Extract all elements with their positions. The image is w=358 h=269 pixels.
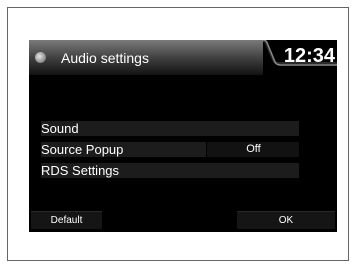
menu-item-label: Sound <box>41 121 79 136</box>
default-button[interactable]: Default <box>31 211 102 229</box>
menu-item-source-popup[interactable]: Source Popup Off <box>41 142 299 157</box>
header-bar: Audio settings 12:34 <box>29 40 337 77</box>
clock-display: 12:34 <box>283 45 335 67</box>
ok-button-label: OK <box>278 215 294 226</box>
page-title: Audio settings <box>61 50 149 66</box>
menu-item-label: Source Popup <box>41 142 124 157</box>
default-button-label: Default <box>50 215 83 226</box>
source-popup-value: Off <box>246 143 261 155</box>
audio-settings-screen: Audio settings 12:34 Sound Source Popup … <box>29 40 337 232</box>
menu-item-sound[interactable]: Sound <box>41 121 299 136</box>
ok-button[interactable]: OK <box>237 211 335 229</box>
menu-item-label: RDS Settings <box>41 163 120 178</box>
audio-settings-icon <box>35 52 46 63</box>
menu-item-rds-settings[interactable]: RDS Settings <box>41 163 299 178</box>
source-popup-value-box: Off <box>206 142 299 157</box>
